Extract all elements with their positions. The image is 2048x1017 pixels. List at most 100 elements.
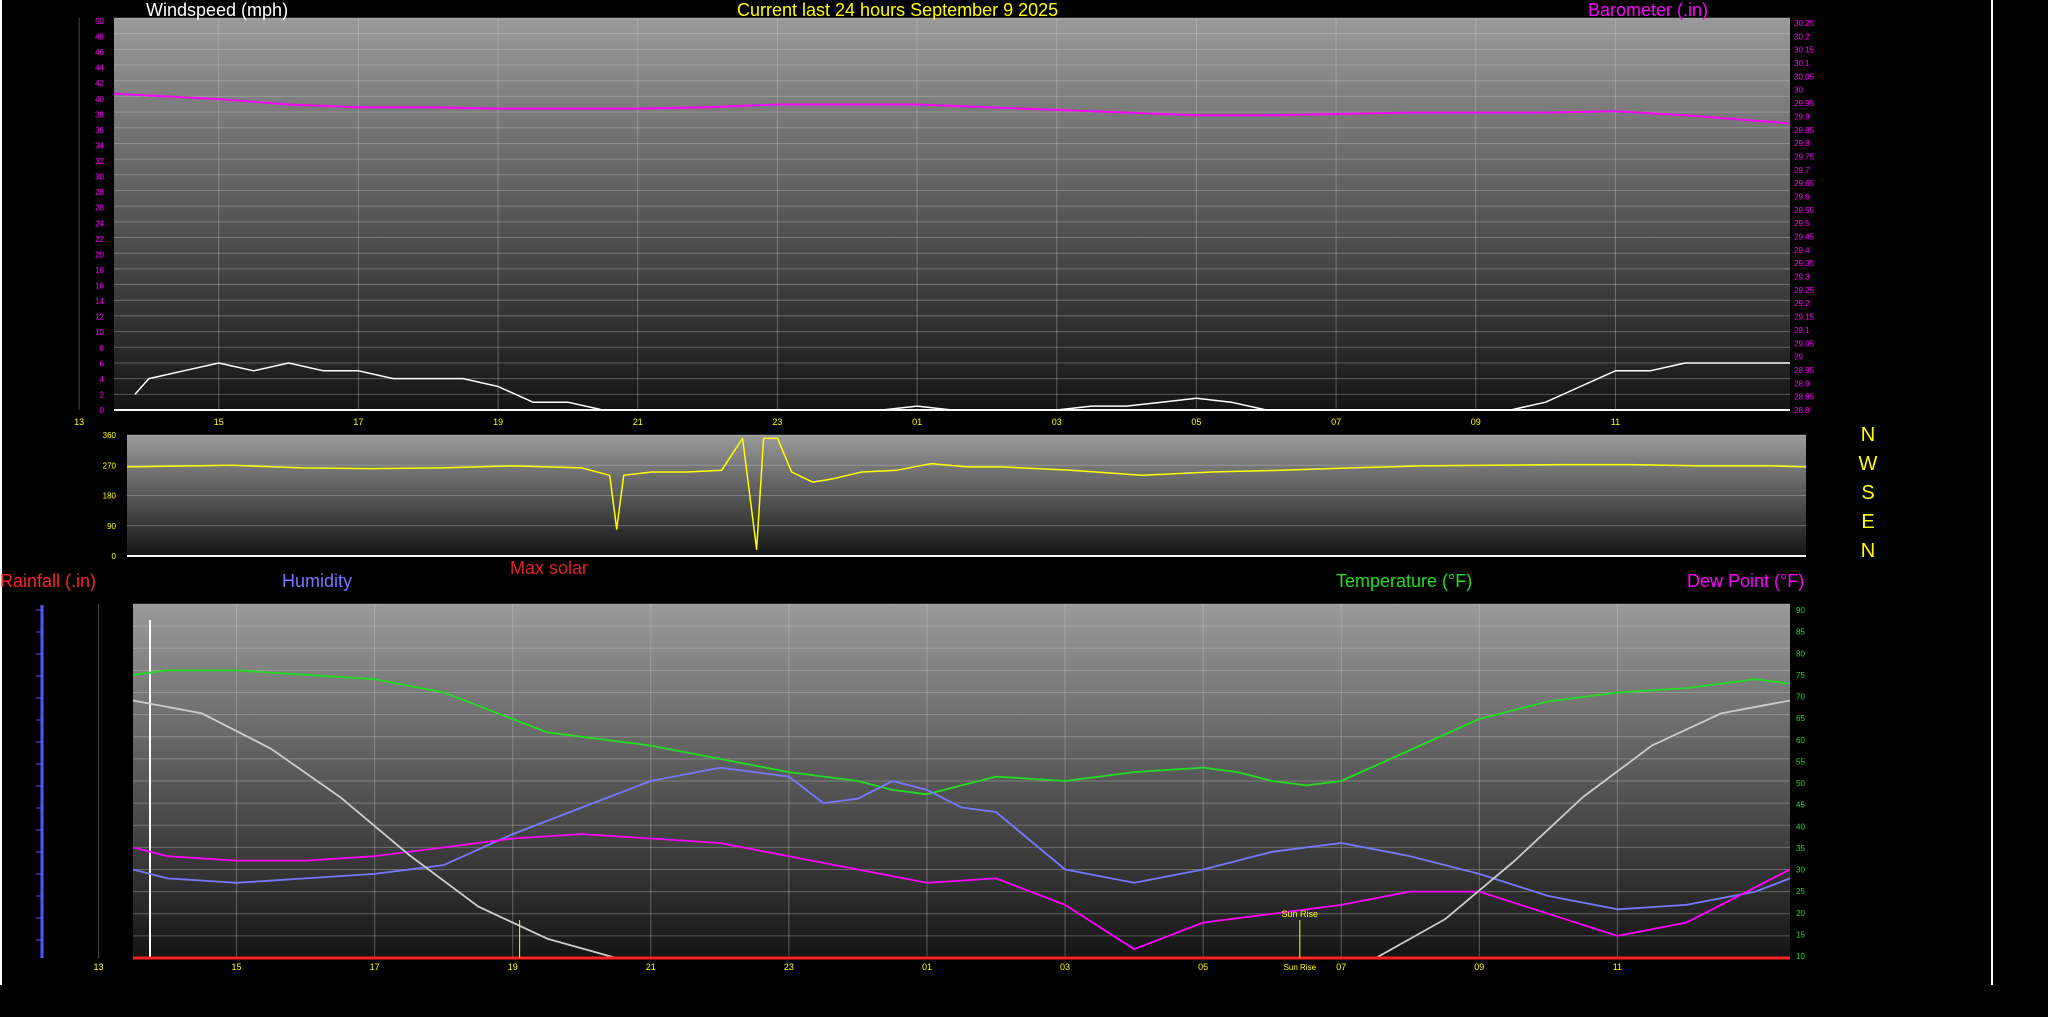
temperature-chart-x-tick: 05 [1198,962,1208,972]
wind-chart-right-y-tick: 29.2 [1794,299,1810,308]
temperature-chart-x-tick: 11 [1613,962,1622,972]
wind-chart-x-tick: 21 [633,417,643,427]
wind-chart-x-tick: 11 [1611,417,1620,427]
wind-chart-right-y-tick: 29.8 [1794,139,1810,148]
wind-chart-right-y-tick: 29.45 [1794,233,1815,242]
wind-chart-left-y-tick: 40 [95,95,104,104]
temperature-chart-x-tick: 13 [93,962,103,972]
wind-chart-x-tick: 17 [353,417,363,427]
wind-chart-x-tick: 03 [1052,417,1062,427]
wind-chart-right-y-tick: 29.75 [1794,152,1815,161]
chart-title: Current last 24 hours September 9 2025 [737,0,1059,20]
temperature-chart-right-y-tick: 25 [1796,887,1805,896]
wind-chart-left-y-tick: 44 [95,64,104,73]
temperature-chart-x-tick: 19 [508,962,518,972]
wind-chart-left-y-tick: 18 [95,266,104,275]
wind-chart-x-tick: 15 [214,417,224,427]
wind-chart-left-y-tick: 24 [95,219,104,228]
max-solar-legend: Max solar [510,558,589,578]
temperature-chart-right-y-tick: 30 [1796,866,1805,875]
compass-n-bottom: N [1860,540,1876,562]
humidity-legend: Humidity [282,571,353,591]
wind-chart-x-tick: 07 [1331,417,1341,427]
wind-chart-left-y-tick: 42 [95,79,104,88]
wind-chart-left-y-tick: 12 [95,313,104,322]
wind-chart-x-tick: 13 [74,417,84,427]
compass-e: E [1861,511,1875,533]
wind-chart-right-y-tick: 30.05 [1794,72,1815,81]
temperature-chart-right-y-tick: 65 [1796,714,1805,723]
temperature-chart-right-y-tick: 85 [1796,628,1805,637]
temperature-chart-right-y-tick: 70 [1796,693,1805,702]
temperature-chart-x-tick: 23 [784,962,794,972]
wind-chart-right-y-tick: 29.7 [1794,166,1810,175]
direction-chart-y-tick: 270 [103,461,117,470]
wind-chart-right-y-tick: 29.1 [1794,326,1810,335]
wind-chart-left-y-tick: 2 [100,390,105,399]
wind-chart-left-y-tick: 48 [95,33,104,42]
wind-chart-left-y-tick: 6 [100,359,105,368]
wind-chart-right-y-tick: 29.95 [1794,99,1815,108]
wind-chart-right-y-tick: 28.9 [1794,379,1810,388]
temperature-chart-x-tick: 21 [646,962,656,972]
wind-chart-left-y-tick: 8 [100,344,105,353]
wind-chart-right-y-tick: 29 [1794,353,1803,362]
wind-chart-left-y-tick: 0 [100,406,105,415]
temperature-chart-right-y-tick: 15 [1796,930,1805,939]
wind-chart-right-y-tick: 28.85 [1794,393,1815,402]
temperature-chart-x-tick: 01 [922,962,932,972]
temperature-chart-x-tick: 07 [1336,962,1346,972]
temperature-chart-right-y-tick: 80 [1796,649,1805,658]
temperature-chart-right-y-tick: 10 [1796,952,1805,961]
wind-chart-right-y-tick: 30.15 [1794,46,1815,55]
wind-chart-x-tick: 19 [493,417,503,427]
temperature-chart-right-y-tick: 75 [1796,671,1805,680]
temperature-chart-right-y-tick: 45 [1796,801,1805,810]
temperature-chart-right-y-tick: 20 [1796,909,1805,918]
wind-chart-x-tick: 01 [912,417,922,427]
direction-chart-y-tick: 0 [112,552,117,561]
temperature-legend: Temperature (°F) [1336,571,1473,591]
wind-chart-left-y-tick: 34 [95,141,104,150]
wind-chart-right-y-tick: 29.3 [1794,273,1810,282]
wind-chart-left-y-tick: 20 [95,250,104,259]
wind-chart-right-y-tick: 28.8 [1794,406,1810,415]
dewpoint-legend: Dew Point (°F) [1687,571,1805,591]
wind-chart-left-y-tick: 22 [95,235,104,244]
wind-chart-right-y-tick: 30.25 [1794,19,1815,28]
wind-chart-right-y-tick: 29.55 [1794,206,1815,215]
wind-chart-left-y-tick: 10 [95,328,104,337]
compass-n-top: N [1860,424,1876,446]
wind-chart-right-y-tick: 30.2 [1794,32,1810,41]
wind-chart-right-y-tick: 29.05 [1794,339,1815,348]
temperature-chart-x-tick: 09 [1474,962,1484,972]
temperature-chart-right-y-tick: 55 [1796,757,1805,766]
wind-chart-left-y-tick: 28 [95,188,104,197]
temperature-chart-right-y-tick: 35 [1796,844,1805,853]
wind-chart-x-tick: 09 [1471,417,1481,427]
wind-chart-left-y-tick: 50 [95,17,104,26]
wind-chart-left-y-tick: 38 [95,110,104,119]
wind-chart-left-y-tick: 4 [100,375,105,384]
wind-chart-right-y-tick: 29.4 [1794,246,1810,255]
left-frame-line [0,0,2,985]
wind-chart-x-tick: 05 [1191,417,1201,427]
wind-chart-left-y-tick: 32 [95,157,104,166]
wind-chart-right-y-tick: 29.6 [1794,192,1810,201]
wind-chart-left-y-tick: 46 [95,48,104,57]
temperature-chart-x-tick: 03 [1060,962,1070,972]
wind-chart-right-y-tick: 29.85 [1794,126,1815,135]
wind-chart-left-y-tick: 26 [95,204,104,213]
rainfall-legend: Rainfall (.in) [0,571,97,591]
direction-chart-y-tick: 90 [107,522,116,531]
sunrise-label: Sun Rise [1282,909,1319,919]
wind-chart-right-y-tick: 29.15 [1794,313,1815,322]
temperature-chart-right-y-tick: 90 [1796,606,1805,615]
temperature-chart-right-y-tick: 50 [1796,779,1805,788]
compass-s: S [1861,482,1875,504]
wind-chart-left-y-tick: 30 [95,173,104,182]
direction-chart-y-tick: 360 [103,431,117,440]
barometer-legend: Barometer (.in) [1588,0,1709,20]
wind-chart-left-y-tick: 36 [95,126,104,135]
temperature-chart-right-y-tick: 60 [1796,736,1805,745]
